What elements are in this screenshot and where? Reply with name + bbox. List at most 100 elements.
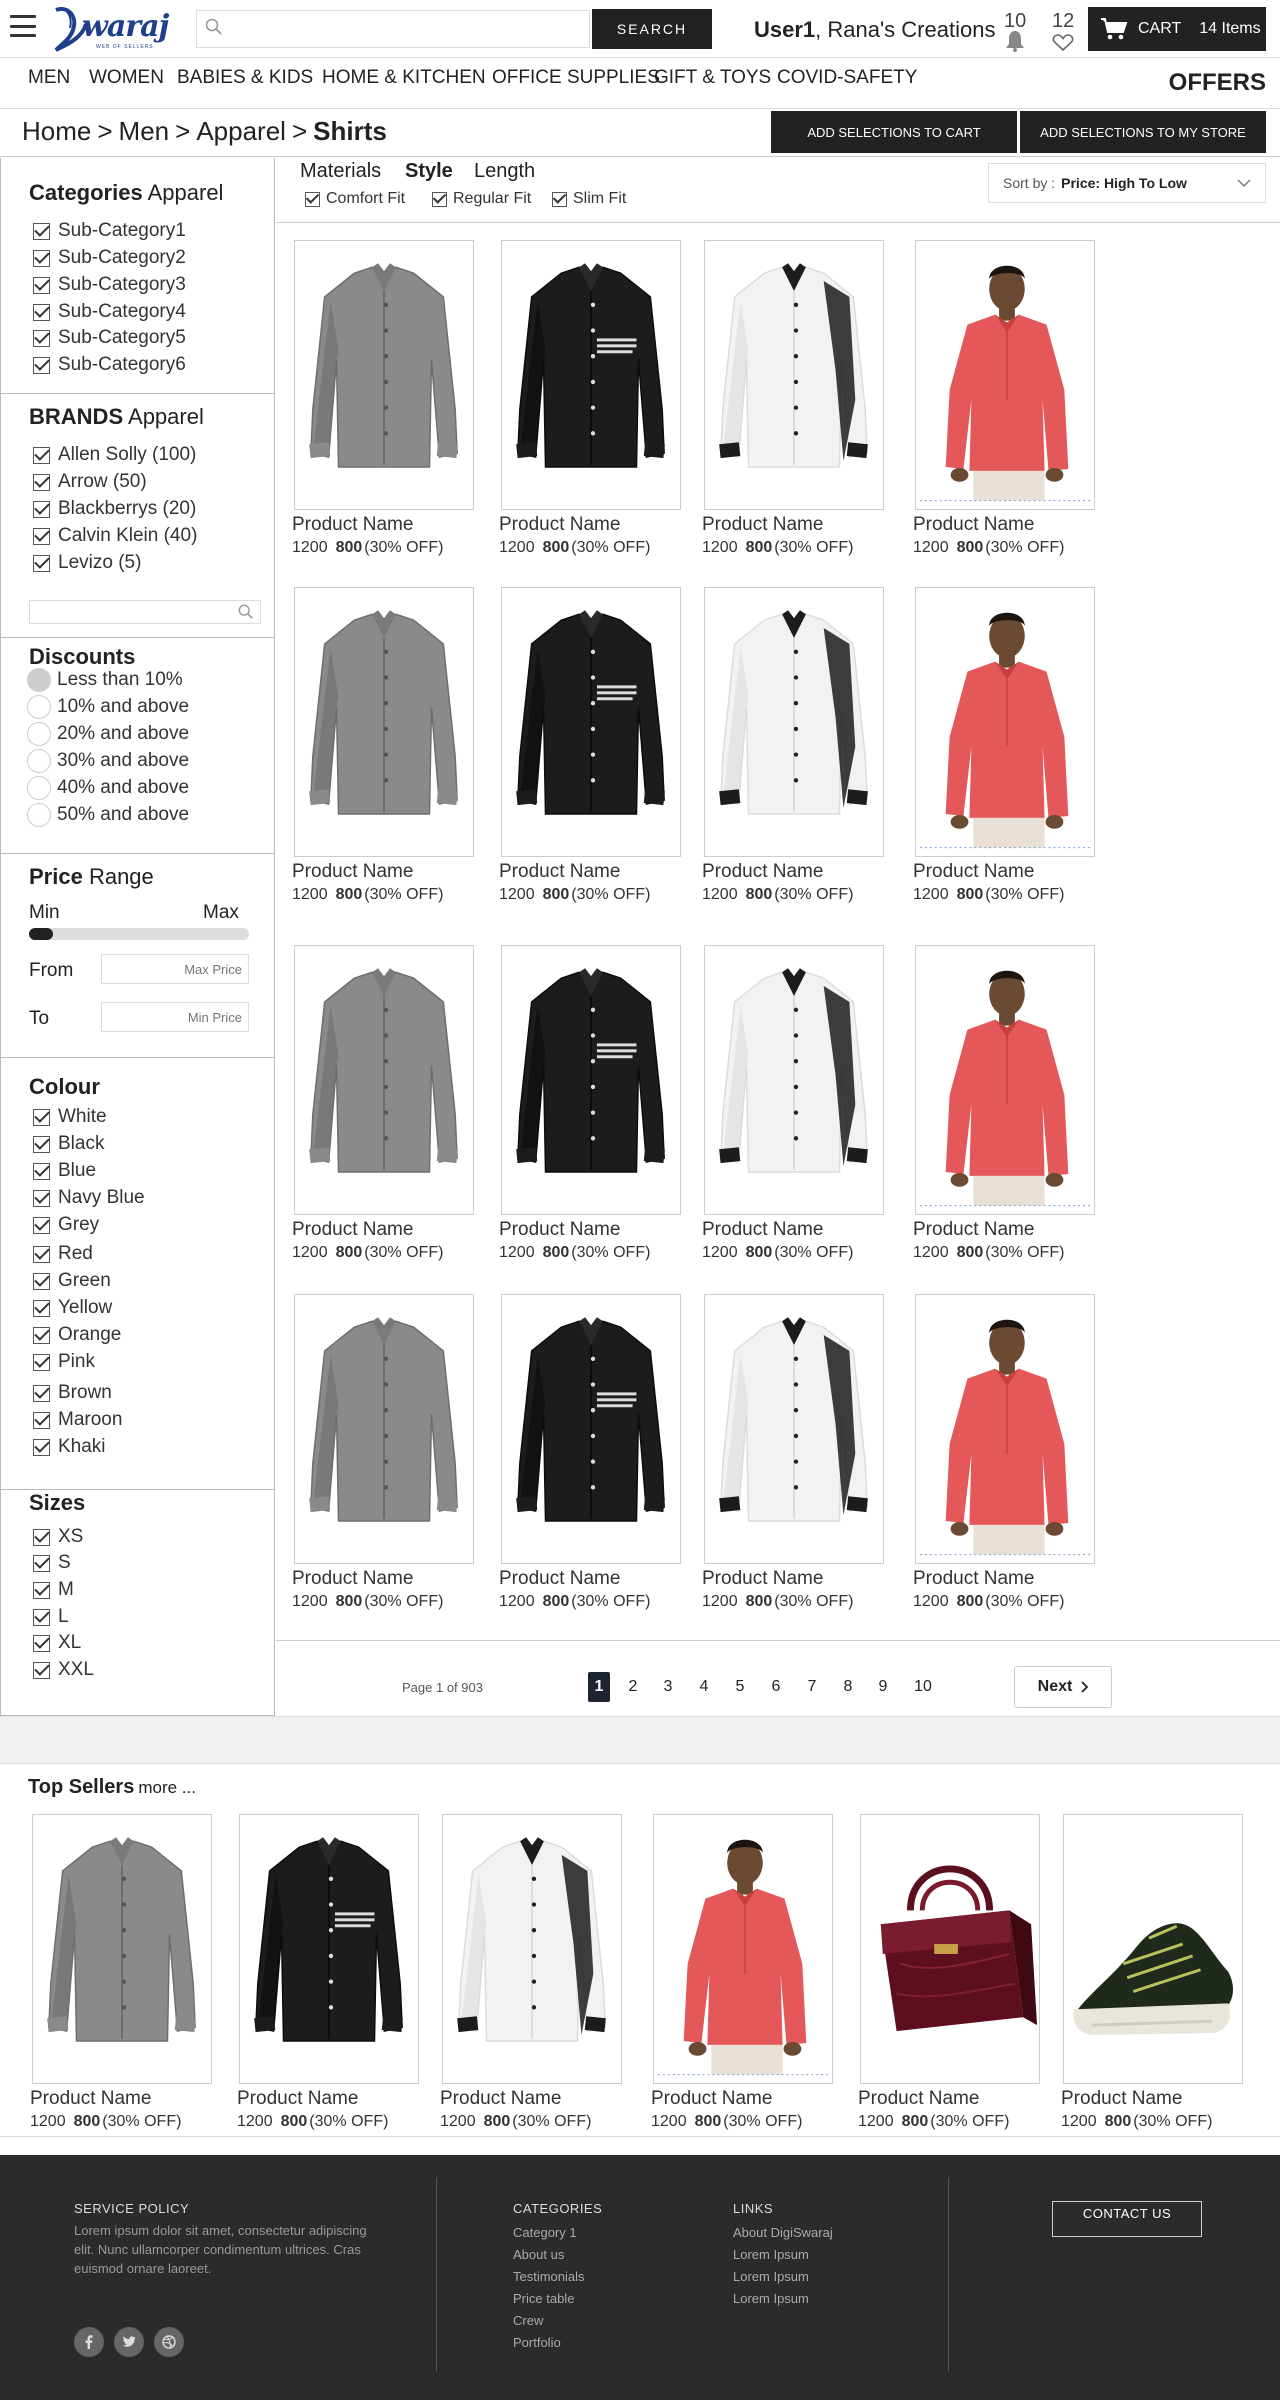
contact-us-button[interactable]: CONTACT US [1052,2201,1202,2237]
product-image[interactable] [294,945,474,1215]
fit-option-slim[interactable]: Slim Fit [552,190,626,208]
size-option[interactable]: M [33,1579,74,1601]
product-image[interactable] [1063,1814,1243,2084]
product-image[interactable] [32,1814,212,2084]
colour-option[interactable]: Yellow [33,1297,112,1319]
colour-option[interactable]: Navy Blue [33,1187,145,1209]
brand-search-input[interactable] [29,600,261,624]
footer-link[interactable]: About DigiSwaraj [733,2225,833,2240]
checkbox[interactable] [33,1326,50,1344]
product-card[interactable]: Product Name 1200 800 (30% OFF) [702,1294,904,1610]
discount-option[interactable]: 40% and above [27,776,189,800]
product-image[interactable] [501,240,681,510]
breadcrumb-home[interactable]: Home [22,116,91,146]
product-card[interactable]: Product Name 1200 800 (30% OFF) [702,587,904,903]
footer-link[interactable]: Lorem Ipsum [733,2269,809,2284]
discount-option[interactable]: 30% and above [27,749,189,773]
colour-option[interactable]: Brown [33,1382,112,1404]
checkbox[interactable] [33,1554,50,1572]
footer-link[interactable]: Lorem Ipsum [733,2291,809,2306]
product-image[interactable] [239,1814,419,2084]
checkbox[interactable] [33,329,50,347]
checkbox[interactable] [33,1384,50,1402]
colour-option[interactable]: Blue [33,1160,96,1182]
product-name[interactable]: Product Name [702,1568,823,1590]
colour-option[interactable]: Grey [33,1214,99,1236]
product-image[interactable] [704,1294,884,1564]
checkbox[interactable] [33,1245,50,1263]
product-card[interactable]: Product Name 1200 800 (30% OFF) [499,240,701,556]
discount-option[interactable]: 50% and above [27,803,189,827]
checkbox[interactable] [33,1353,50,1371]
category-option[interactable]: Sub-Category2 [33,247,186,269]
size-option[interactable]: XL [33,1632,81,1654]
checkbox[interactable] [33,1216,50,1234]
product-card[interactable]: Product Name 1200 800 (30% OFF) [292,587,494,903]
checkbox[interactable] [305,191,320,207]
logo[interactable]: waraj WEB OF SELLERS [52,4,170,54]
fit-option-comfort[interactable]: Comfort Fit [305,190,405,208]
wishlist[interactable]: 12 [1046,8,1078,54]
search-input[interactable] [230,12,585,46]
product-image[interactable] [294,240,474,510]
checkbox[interactable] [33,1581,50,1599]
brand-option[interactable]: Levizo (5) [33,552,141,574]
page-6[interactable]: 6 [765,1672,787,1702]
checkbox[interactable] [33,1411,50,1429]
breadcrumb-apparel[interactable]: Apparel [196,116,286,146]
product-card[interactable]: Product Name 1200 800 (30% OFF) [913,587,1115,903]
checkbox[interactable] [33,249,50,267]
category-option[interactable]: Sub-Category1 [33,220,186,242]
page-5[interactable]: 5 [729,1672,751,1702]
colour-option[interactable]: Red [33,1243,93,1265]
cart-button[interactable]: CART 14 Items [1088,7,1266,51]
product-card[interactable]: Product Name 1200 800 (30% OFF) [499,587,701,903]
checkbox[interactable] [33,1108,50,1126]
product-image[interactable] [442,1814,622,2084]
product-card[interactable]: Product Name 1200 800 (30% OFF) [702,945,904,1261]
product-image[interactable] [653,1814,833,2084]
product-name[interactable]: Product Name [499,1219,620,1241]
checkbox[interactable] [33,1299,50,1317]
fit-option-regular[interactable]: Regular Fit [432,190,531,208]
page-4[interactable]: 4 [693,1672,715,1702]
product-card[interactable]: Product Name 1200 800 (30% OFF) [499,945,701,1261]
page-9[interactable]: 9 [872,1672,894,1702]
brand-option[interactable]: Allen Solly (100) [33,444,196,466]
nav-item-home-kitchen[interactable]: HOME & KITCHEN [322,67,486,89]
product-image[interactable] [501,1294,681,1564]
checkbox[interactable] [33,1135,50,1153]
product-card[interactable]: Product Name 1200 800 (30% OFF) [292,945,494,1261]
footer-link[interactable]: Lorem Ipsum [733,2247,809,2262]
price-to-input[interactable] [101,1002,249,1032]
dribbble-icon[interactable] [154,2327,184,2357]
radio[interactable] [27,776,51,800]
search-button[interactable]: SEARCH [592,9,712,49]
colour-option[interactable]: Orange [33,1324,121,1346]
nav-item-men[interactable]: MEN [28,67,70,89]
checkbox[interactable] [33,356,50,374]
brand-option[interactable]: Arrow (50) [33,471,147,493]
product-image[interactable] [704,587,884,857]
checkbox[interactable] [33,500,50,518]
product-name[interactable]: Product Name [499,861,620,883]
checkbox[interactable] [33,1162,50,1180]
product-name[interactable]: Product Name [292,1219,413,1241]
checkbox[interactable] [33,1661,50,1679]
product-card[interactable]: Product Name 1200 800 (30% OFF) [913,1294,1115,1610]
colour-option[interactable]: White [33,1106,107,1128]
page-8[interactable]: 8 [837,1672,859,1702]
discount-option[interactable]: 10% and above [27,695,189,719]
product-name[interactable]: Product Name [702,1219,823,1241]
checkbox[interactable] [33,1189,50,1207]
footer-category-link[interactable]: Category 1 [513,2225,577,2240]
radio[interactable] [27,722,51,746]
product-card[interactable]: Product Name 1200 800 (30% OFF) [499,1294,701,1610]
product-name[interactable]: Product Name [913,861,1034,883]
product-image[interactable] [501,587,681,857]
checkbox[interactable] [33,303,50,321]
product-image[interactable] [704,945,884,1215]
brand-option[interactable]: Blackberrys (20) [33,498,196,520]
product-name[interactable]: Product Name [913,1568,1034,1590]
size-option[interactable]: L [33,1606,69,1628]
